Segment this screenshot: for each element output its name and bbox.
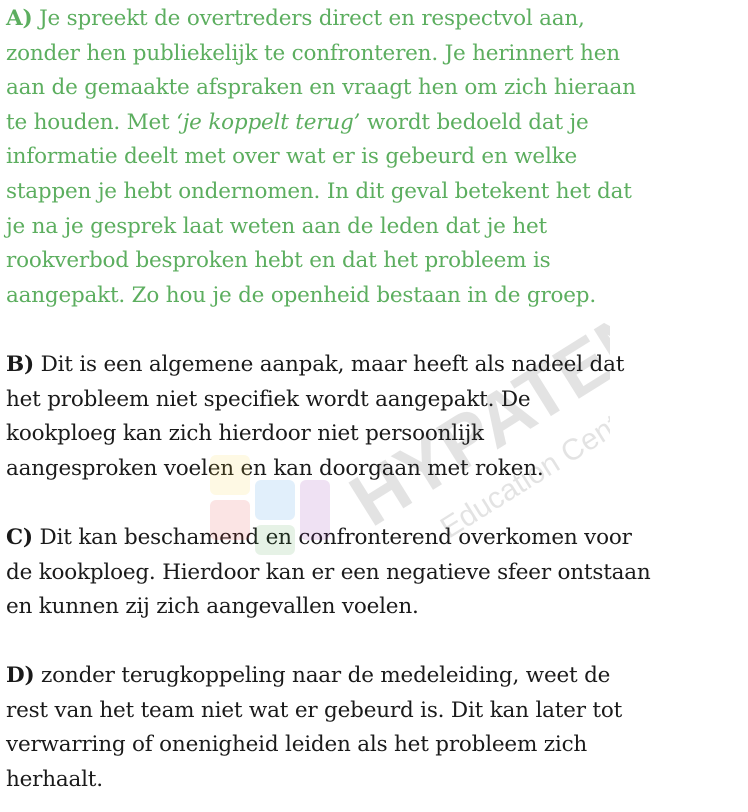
answer-line: het probleem niet specifiek wordt aangep… bbox=[6, 386, 531, 412]
answer-line: de kookploeg. Hierdoor kan er een negati… bbox=[6, 559, 651, 585]
answer-line: rookverbod besproken hebt en dat het pro… bbox=[6, 248, 551, 274]
answer-line: C) Dit kan beschamend en confronterend o… bbox=[6, 524, 632, 550]
answer-line: aangepakt. Zo hou je de openheid bestaan… bbox=[6, 282, 597, 308]
answer-letter: B) bbox=[6, 351, 34, 377]
answer-letter: D) bbox=[6, 663, 35, 689]
answer-line: A) Je spreekt de overtreders direct en r… bbox=[6, 6, 585, 31]
answer-a: A) Je spreekt de overtreders direct en r… bbox=[6, 2, 748, 313]
answer-line: informatie deelt met over wat er is gebe… bbox=[6, 144, 577, 170]
answer-line: rest van het team niet wat er gebeurd is… bbox=[6, 697, 623, 723]
answer-line: aangesproken voelen en kan doorgaan met … bbox=[6, 455, 544, 481]
answer-line: je na je gesprek laat weten aan de leden… bbox=[6, 213, 547, 239]
answer-line: verwarring of onenigheid leiden als het … bbox=[6, 732, 588, 758]
answer-c: C) Dit kan beschamend en confronterend o… bbox=[6, 521, 748, 625]
answer-b: B) Dit is een algemene aanpak, maar heef… bbox=[6, 348, 748, 486]
answer-line: D) zonder terugkoppeling naar de medelei… bbox=[6, 663, 611, 689]
emphasized-quote: ‘je koppelt terug’ bbox=[176, 109, 361, 135]
answer-line: B) Dit is een algemene aanpak, maar heef… bbox=[6, 351, 625, 377]
answer-line: te houden. Met ‘je koppelt terug’ wordt … bbox=[6, 109, 589, 135]
answer-line: stappen je hebt ondernomen. In dit geval… bbox=[6, 178, 632, 204]
answer-line: aan de gemaakte afspraken en vraagt hen … bbox=[6, 75, 636, 101]
answer-line: zonder hen publiekelijk te confronteren.… bbox=[6, 40, 620, 66]
answer-letter: A) bbox=[6, 6, 33, 31]
answer-d: D) zonder terugkoppeling naar de medelei… bbox=[6, 659, 748, 797]
answer-letter: C) bbox=[6, 524, 33, 550]
document-page: A) Je spreekt de overtreders direct en r… bbox=[0, 0, 748, 812]
answer-line: kookploeg kan zich hierdoor niet persoon… bbox=[6, 421, 484, 447]
answer-line: en kunnen zij zich aangevallen voelen. bbox=[6, 594, 419, 620]
answer-line: herhaalt. bbox=[6, 767, 103, 793]
